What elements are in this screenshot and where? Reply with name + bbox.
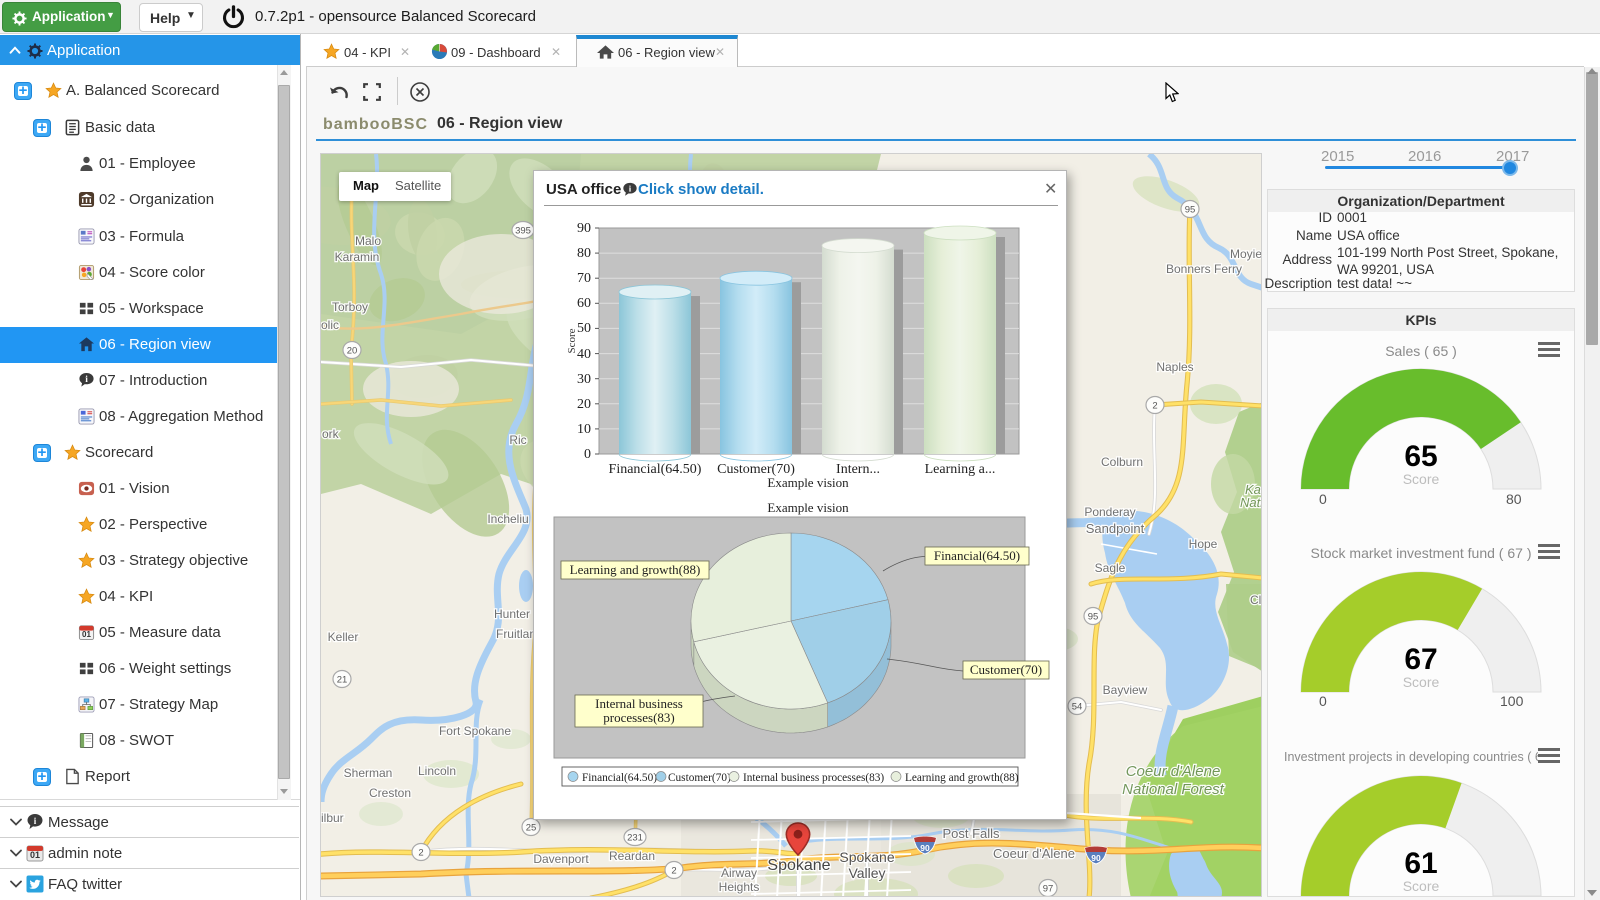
svg-text:Financial(64.50): Financial(64.50) — [934, 548, 1020, 563]
svg-text:Sandpoint: Sandpoint — [1086, 521, 1145, 536]
svg-text:80: 80 — [577, 246, 591, 261]
svg-text:Financial(64.50): Financial(64.50) — [582, 772, 657, 784]
svg-text:Creston: Creston — [369, 786, 411, 800]
svg-text:Score: Score — [566, 328, 578, 353]
svg-text:90: 90 — [920, 843, 930, 853]
svg-text:Torboy: Torboy — [332, 300, 368, 314]
svg-text:Spokane: Spokane — [839, 849, 894, 865]
svg-text:40: 40 — [577, 347, 591, 362]
svg-text:Moyie S: Moyie S — [1230, 247, 1262, 261]
svg-text:Learning a...: Learning a... — [925, 462, 996, 477]
svg-text:01: 01 — [30, 850, 40, 860]
svg-text:Davenport: Davenport — [533, 852, 589, 866]
svg-text:Ponderay: Ponderay — [1084, 505, 1135, 519]
svg-text:Reardan: Reardan — [609, 849, 655, 863]
svg-text:olic: olic — [321, 318, 339, 332]
svg-text:95: 95 — [1088, 612, 1099, 623]
svg-text:0: 0 — [584, 447, 591, 462]
svg-text:01: 01 — [82, 630, 91, 639]
svg-text:Naples: Naples — [1156, 360, 1193, 374]
svg-text:processes(83): processes(83) — [603, 710, 674, 725]
svg-text:231: 231 — [627, 833, 643, 844]
svg-text:90: 90 — [1091, 853, 1101, 863]
svg-text:Bayview: Bayview — [1103, 683, 1148, 697]
svg-text:20: 20 — [347, 346, 358, 357]
svg-text:70: 70 — [577, 271, 591, 286]
svg-text:25: 25 — [526, 823, 537, 834]
svg-text:Customer(70): Customer(70) — [668, 772, 731, 784]
svg-text:Internal business processes(83: Internal business processes(83) — [743, 772, 884, 784]
svg-text:Colburn: Colburn — [1101, 455, 1143, 469]
svg-text:2: 2 — [1152, 401, 1157, 412]
svg-text:Sherman: Sherman — [344, 766, 393, 780]
svg-text:90: 90 — [577, 221, 591, 236]
svg-text:95: 95 — [1185, 205, 1196, 216]
svg-text:Customer(70): Customer(70) — [970, 662, 1042, 677]
svg-text:Heights: Heights — [719, 880, 760, 894]
svg-text:Valley: Valley — [848, 865, 885, 881]
svg-text:Internal business: Internal business — [595, 696, 683, 711]
svg-text:National Forest: National Forest — [1122, 781, 1225, 798]
svg-text:Post Falls: Post Falls — [942, 826, 1000, 841]
svg-text:Malo: Malo — [355, 234, 381, 248]
svg-text:Coeur d'Alene: Coeur d'Alene — [993, 846, 1075, 861]
svg-text:Fruitlan: Fruitlan — [496, 627, 536, 641]
svg-text:Keller: Keller — [328, 630, 359, 644]
svg-text:Bonners Ferry: Bonners Ferry — [1166, 262, 1242, 276]
svg-text:Example vision: Example vision — [767, 475, 849, 490]
svg-text:50: 50 — [577, 321, 591, 336]
svg-text:Lincoln: Lincoln — [418, 764, 456, 778]
svg-text:30: 30 — [577, 372, 591, 387]
svg-text:97: 97 — [1043, 884, 1054, 895]
svg-text:Hope: Hope — [1189, 537, 1218, 551]
svg-text:Sagle: Sagle — [1095, 561, 1126, 575]
svg-text:Spokane: Spokane — [767, 857, 830, 874]
svg-text:Financial(64.50): Financial(64.50) — [609, 462, 702, 477]
svg-text:Fort Spokane: Fort Spokane — [439, 724, 511, 738]
svg-text:Example vision: Example vision — [767, 500, 849, 515]
svg-text:2: 2 — [418, 848, 423, 859]
svg-text:Clark: Clark — [1250, 593, 1262, 607]
svg-text:Coeur d'Alene: Coeur d'Alene — [1126, 763, 1221, 780]
svg-text:21: 21 — [337, 675, 348, 686]
svg-text:Learning and growth(88): Learning and growth(88) — [905, 772, 1019, 784]
svg-text:Airway: Airway — [721, 866, 757, 880]
svg-text:Ric: Ric — [509, 433, 526, 447]
svg-text:Incheliu: Incheliu — [487, 512, 528, 526]
svg-text:Learning and growth(88): Learning and growth(88) — [570, 562, 701, 577]
svg-text:ork: ork — [322, 427, 340, 441]
svg-text:395: 395 — [515, 226, 531, 237]
svg-text:Nationa: Nationa — [1240, 495, 1262, 510]
svg-text:10: 10 — [577, 422, 591, 437]
svg-text:54: 54 — [1072, 702, 1083, 713]
svg-text:2: 2 — [671, 866, 676, 877]
svg-text:Hunter: Hunter — [494, 607, 530, 621]
svg-text:ilbur: ilbur — [321, 811, 344, 825]
svg-text:20: 20 — [577, 397, 591, 412]
svg-text:60: 60 — [577, 296, 591, 311]
svg-text:Karamin: Karamin — [335, 250, 380, 264]
svg-text:i: i — [85, 375, 88, 385]
